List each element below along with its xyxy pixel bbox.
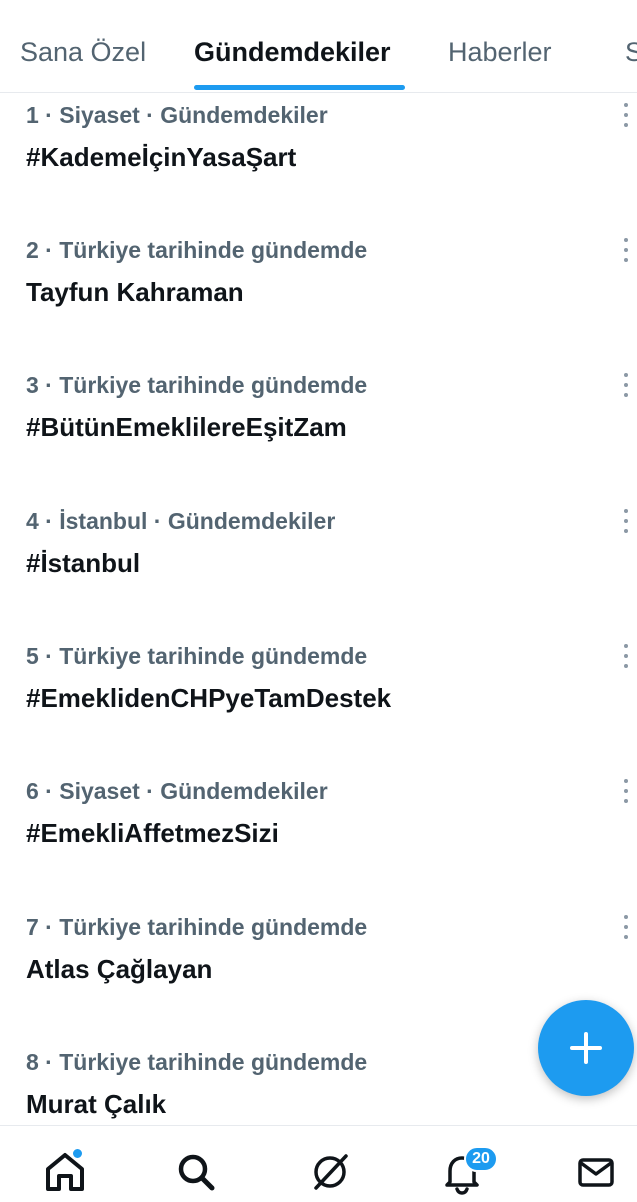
tab-spor[interactable]: S	[625, 36, 637, 68]
trend-item[interactable]: 6 · Siyaset · Gündemdekiler #EmekliAffet…	[0, 776, 637, 911]
trend-meta: 5 · Türkiye tarihinde gündemde	[26, 643, 368, 669]
trend-name: #İstanbul	[26, 548, 141, 578]
trend-item[interactable]: 4 · İstanbul · Gündemdekiler #İstanbul	[0, 506, 637, 641]
trend-name: #EmekliAffetmezSizi	[26, 818, 279, 848]
home-icon	[46, 1153, 84, 1191]
nav-home-button[interactable]	[35, 1142, 95, 1202]
trend-name: Atlas Çağlayan	[26, 954, 213, 984]
trend-meta: 7 · Türkiye tarihinde gündemde	[26, 914, 368, 940]
more-options-icon[interactable]	[619, 776, 633, 810]
tab-haberler[interactable]: Haberler	[448, 36, 552, 68]
more-options-icon[interactable]	[619, 235, 633, 269]
top-tab-bar: Sana Özel Gündemdekiler Haberler S	[0, 0, 637, 93]
trend-meta: 6 · Siyaset · Gündemdekiler	[26, 778, 328, 804]
mail-icon	[578, 1158, 614, 1187]
more-options-icon[interactable]	[619, 100, 633, 134]
trend-name: #EmeklidenCHPyeTamDestek	[26, 683, 392, 713]
trend-meta: 2 · Türkiye tarihinde gündemde	[26, 237, 368, 263]
active-tab-indicator	[194, 85, 405, 90]
more-options-icon[interactable]	[619, 912, 633, 946]
notification-count-badge: 20	[464, 1146, 498, 1172]
trend-meta: 3 · Türkiye tarihinde gündemde	[26, 372, 368, 398]
trend-item[interactable]: 3 · Türkiye tarihinde gündemde #BütünEme…	[0, 370, 637, 505]
nav-search-button[interactable]	[166, 1142, 226, 1202]
tab-sana-ozel[interactable]: Sana Özel	[20, 36, 146, 68]
trend-item[interactable]: 1 · Siyaset · Gündemdekiler #KademeİçinY…	[0, 100, 637, 235]
nav-messages-button[interactable]	[566, 1142, 626, 1202]
trend-name: Murat Çalık	[26, 1089, 167, 1119]
trend-name: #KademeİçinYasaŞart	[26, 142, 297, 172]
more-options-icon[interactable]	[619, 370, 633, 404]
home-notification-dot	[71, 1147, 84, 1160]
trend-meta: 1 · Siyaset · Gündemdekiler	[26, 102, 328, 128]
trend-name: Tayfun Kahraman	[26, 277, 244, 307]
trend-meta: 4 · İstanbul · Gündemdekiler	[26, 508, 336, 534]
nav-grok-button[interactable]	[300, 1142, 360, 1202]
plus-icon	[570, 1032, 602, 1064]
more-options-icon[interactable]	[619, 641, 633, 675]
more-options-icon[interactable]	[619, 506, 633, 540]
trend-meta: 8 · Türkiye tarihinde gündemde	[26, 1049, 368, 1075]
grok-icon	[314, 1154, 348, 1190]
tab-gundemdekiler[interactable]: Gündemdekiler	[194, 36, 391, 68]
search-icon	[178, 1154, 215, 1191]
trend-name: #BütünEmeklilereEşitZam	[26, 412, 347, 442]
compose-button[interactable]	[538, 1000, 634, 1096]
trend-item[interactable]: 2 · Türkiye tarihinde gündemde Tayfun Ka…	[0, 235, 637, 370]
trend-item[interactable]: 5 · Türkiye tarihinde gündemde #Emeklide…	[0, 641, 637, 776]
